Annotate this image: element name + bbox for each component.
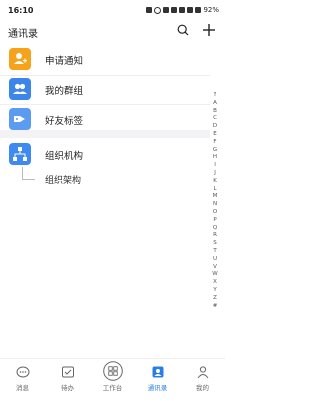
signal-icon	[179, 7, 186, 13]
index-letter[interactable]: C	[213, 115, 217, 123]
index-letter[interactable]: J	[214, 170, 216, 178]
search-icon[interactable]	[177, 24, 189, 36]
tab-messages[interactable]: 消息	[0, 359, 45, 401]
index-letter[interactable]: E	[213, 131, 216, 139]
divider	[0, 104, 210, 105]
index-letter[interactable]: L	[213, 186, 216, 194]
todo-icon	[62, 366, 74, 378]
index-letter[interactable]: O	[213, 209, 217, 217]
status-time: 16:10	[8, 6, 34, 15]
contacts-icon	[152, 366, 164, 378]
index-letter[interactable]: V	[213, 264, 217, 272]
index-letter[interactable]: P	[213, 217, 216, 225]
status-bar: 16:10 92%	[0, 0, 225, 20]
apply-notify-item[interactable]: 申请通知	[0, 48, 210, 70]
index-letter[interactable]: K	[213, 178, 217, 186]
tab-label: 工作台	[102, 384, 123, 392]
alphabet-index[interactable]: ↑ A B C D E F G H I J K L M N O P Q R S T U V W X Y Z #	[209, 92, 221, 310]
index-letter[interactable]: S	[213, 240, 217, 248]
index-letter[interactable]: Z	[213, 295, 217, 303]
group-icon	[9, 78, 31, 100]
org-item[interactable]: 组织机构	[0, 143, 210, 165]
index-letter[interactable]: M	[213, 193, 218, 201]
alarm-icon	[154, 6, 162, 14]
top-bar: 通讯录	[0, 22, 225, 42]
index-letter[interactable]: U	[213, 256, 217, 264]
signal-icon-2	[187, 7, 194, 13]
my-groups-label: 我的群组	[45, 86, 84, 97]
index-letter[interactable]: A	[213, 100, 217, 108]
tree-connector	[22, 167, 35, 180]
index-letter[interactable]: X	[213, 279, 217, 287]
index-letter[interactable]: R	[213, 232, 217, 240]
index-letter[interactable]: F	[213, 139, 216, 147]
page-title: 通讯录	[8, 29, 38, 40]
index-letter[interactable]: G	[213, 147, 217, 155]
friend-tags-label: 好友标签	[45, 116, 84, 127]
tab-label: 待办	[61, 384, 74, 392]
tab-label: 我的	[196, 384, 209, 392]
status-icons: 92%	[146, 6, 219, 14]
tab-label: 消息	[16, 384, 29, 392]
index-letter[interactable]: D	[213, 123, 217, 131]
tab-workbench[interactable]: 工作台	[90, 359, 135, 401]
profile-icon	[197, 366, 209, 379]
my-groups-item[interactable]: 我的群组	[0, 78, 210, 100]
index-letter[interactable]: I	[214, 162, 216, 170]
tab-profile[interactable]: 我的	[180, 359, 225, 401]
index-letter[interactable]: H	[213, 154, 217, 162]
tag-icon	[9, 108, 31, 130]
divider	[0, 75, 210, 76]
index-letter[interactable]: Q	[213, 225, 217, 233]
tab-contacts[interactable]: 通讯录	[135, 359, 180, 401]
index-letter[interactable]: #	[213, 303, 218, 311]
index-letter[interactable]: ↑	[213, 92, 218, 100]
apply-notify-label: 申请通知	[45, 56, 84, 67]
friend-tags-item[interactable]: 好友标签	[0, 108, 210, 130]
index-letter[interactable]: W	[212, 271, 217, 279]
org-structure-item[interactable]: 组织架构	[45, 173, 81, 186]
index-letter[interactable]: T	[213, 248, 216, 256]
index-letter[interactable]: Y	[213, 287, 216, 295]
add-icon[interactable]	[202, 23, 216, 37]
section-divider	[0, 130, 210, 138]
index-letter[interactable]: N	[213, 201, 217, 209]
wifi-icon	[171, 7, 178, 13]
notify-icon	[9, 48, 31, 70]
battery-icon	[195, 7, 202, 13]
tab-todo[interactable]: 待办	[45, 359, 90, 401]
workbench-icon	[103, 361, 123, 381]
battery-level: 92%	[203, 6, 219, 14]
index-letter[interactable]: B	[213, 108, 217, 116]
bottom-tab-bar: 消息 待办 工作台 通讯录 我的	[0, 358, 225, 401]
bluetooth-icon	[163, 7, 170, 13]
nfc-icon	[146, 7, 153, 13]
org-label: 组织机构	[45, 151, 84, 162]
message-icon	[16, 366, 30, 378]
org-icon	[9, 143, 31, 165]
tab-label: 通讯录	[147, 384, 168, 392]
